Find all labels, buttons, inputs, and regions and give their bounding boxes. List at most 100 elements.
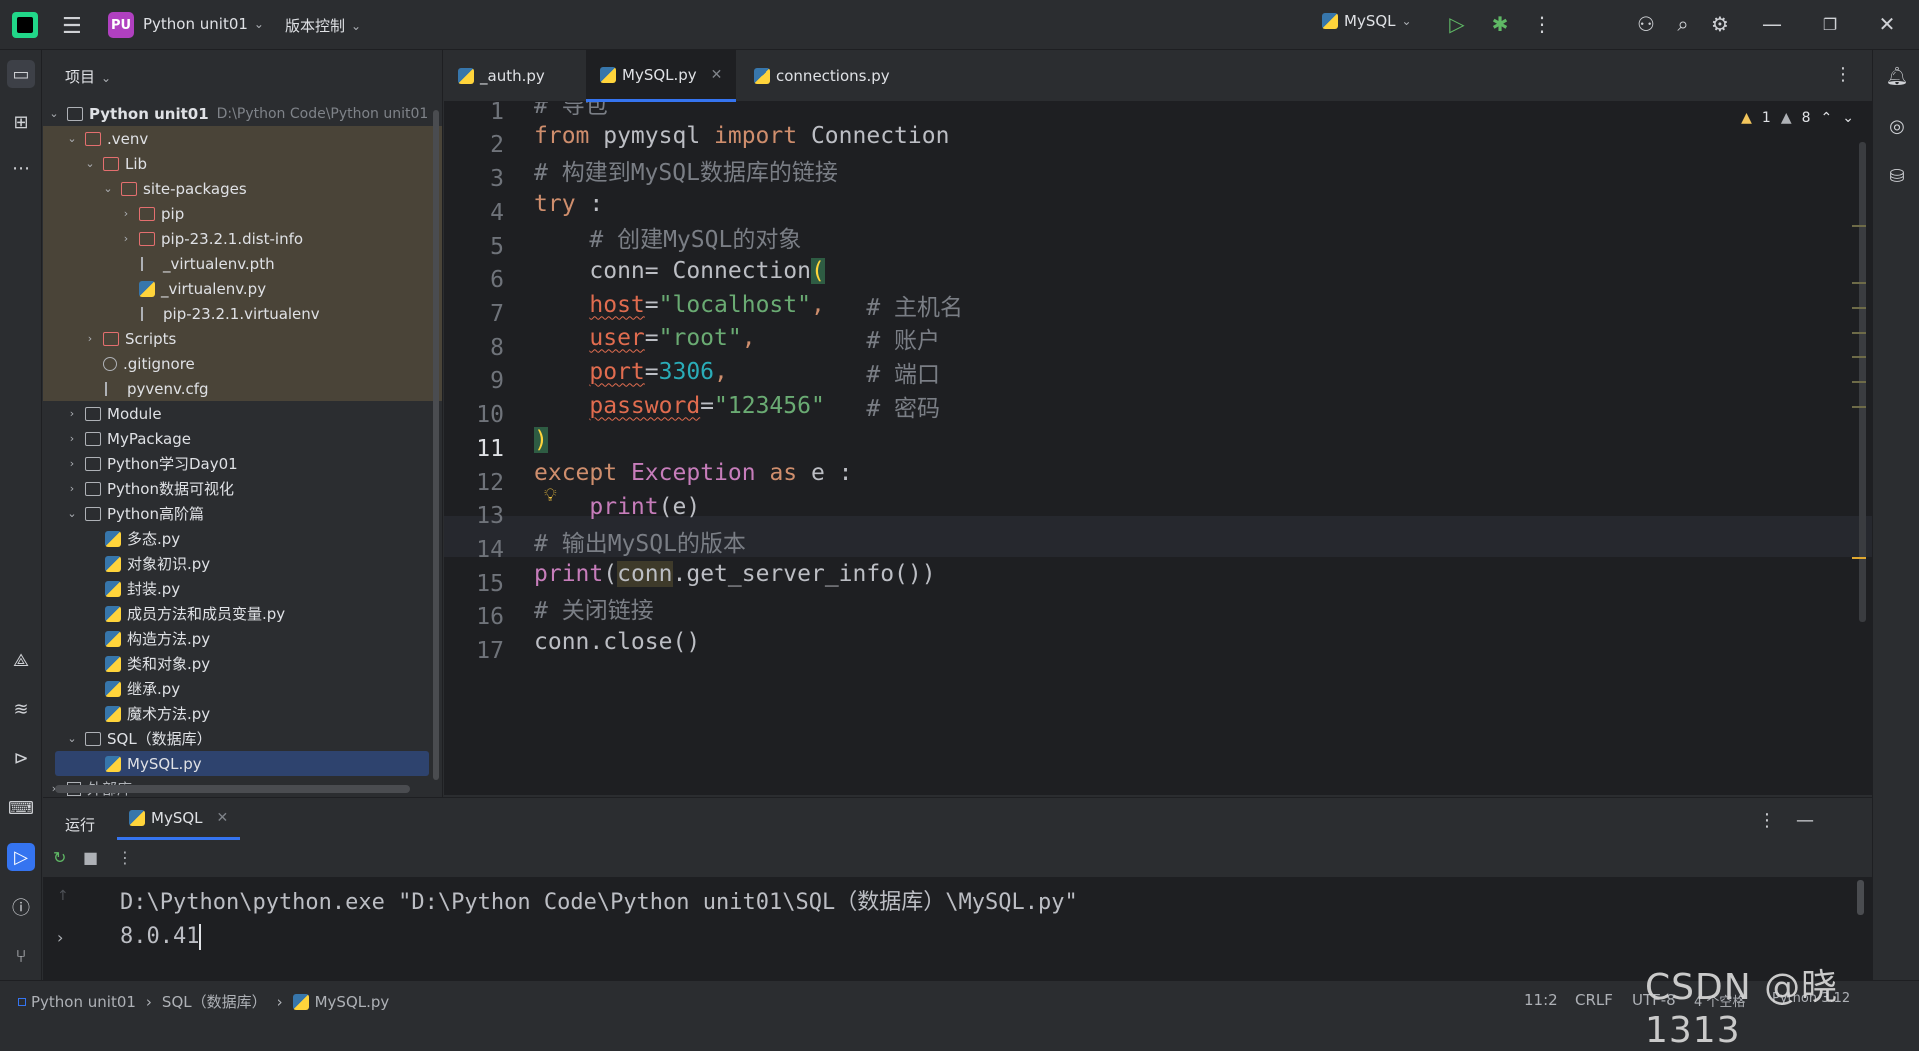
problems-icon[interactable]: ⓘ bbox=[7, 893, 35, 921]
breadcrumb-file[interactable]: MySQL.py bbox=[315, 993, 390, 1011]
notifications-icon[interactable]: 🔔︎ bbox=[1883, 62, 1911, 90]
tree-item-file[interactable]: 魔术方法.py bbox=[43, 701, 442, 726]
tree-root[interactable]: ⌄ Python unit01 D:\Python Code\Python unit… bbox=[43, 101, 442, 126]
tree-item-file[interactable]: 类和对象.py bbox=[43, 651, 442, 676]
chevron-right-icon[interactable]: › bbox=[65, 457, 79, 470]
debug-icon[interactable]: ✱ bbox=[1486, 10, 1514, 38]
chevron-down-icon[interactable]: ⌄ bbox=[65, 507, 79, 520]
tree-item-module[interactable]: › Module bbox=[43, 401, 442, 426]
rerun-icon[interactable]: ↻ bbox=[53, 848, 66, 867]
tree-item-mysql-selected[interactable]: MySQL.py bbox=[55, 751, 429, 776]
chevron-right-icon[interactable]: › bbox=[57, 928, 63, 947]
more-tabs-icon[interactable]: ⋮ bbox=[1834, 64, 1852, 85]
layers-icon[interactable]: ≋ bbox=[7, 695, 35, 723]
tree-item-dist-info[interactable]: › pip-23.2.1.dist-info bbox=[43, 226, 442, 251]
console-scrollbar[interactable] bbox=[1857, 880, 1864, 915]
tab-mysql[interactable]: MySQL.py ✕ bbox=[586, 50, 737, 102]
chevron-right-icon[interactable]: › bbox=[83, 332, 97, 345]
close-icon[interactable]: ✕ bbox=[1873, 10, 1901, 38]
tree-item-file[interactable]: 构造方法.py bbox=[43, 626, 442, 651]
chevron-down-icon[interactable]: ⌄ bbox=[1842, 110, 1854, 126]
tree-item-lib[interactable]: ⌄ Lib bbox=[43, 151, 442, 176]
tree-item-advanced[interactable]: ⌄ Python高阶篇 bbox=[43, 501, 442, 526]
run-tool-icon[interactable]: ▷ bbox=[7, 843, 35, 871]
tree-item-file[interactable]: 多态.py bbox=[43, 526, 442, 551]
minimize-panel-icon[interactable]: — bbox=[1796, 810, 1814, 831]
tree-item-virtualenv-pth[interactable]: _virtualenv.pth bbox=[43, 251, 442, 276]
close-icon[interactable]: ✕ bbox=[711, 67, 723, 83]
scroll-up-icon[interactable]: ↑ bbox=[57, 888, 69, 904]
tree-item-day01[interactable]: › Python学习Day01 bbox=[43, 451, 442, 476]
chevron-down-icon[interactable]: ⌄ bbox=[47, 107, 61, 120]
main-menu-icon[interactable]: ☰ bbox=[62, 14, 82, 39]
python-packages-icon[interactable]: ⟁ bbox=[7, 646, 35, 674]
project-scrollbar[interactable] bbox=[433, 110, 439, 780]
chevron-right-icon[interactable]: › bbox=[65, 407, 79, 420]
breadcrumb-project[interactable]: Python unit01 bbox=[31, 993, 136, 1011]
tree-item-file[interactable]: 对象初识.py bbox=[43, 551, 442, 576]
chevron-down-icon[interactable]: ⌄ bbox=[101, 182, 115, 195]
tree-item-venv[interactable]: ⌄ .venv bbox=[43, 126, 442, 151]
stop-icon[interactable]: ■ bbox=[83, 848, 98, 867]
tab-connections[interactable]: connections.py bbox=[740, 50, 904, 102]
project-switcher[interactable]: Python unit01 ⌄ bbox=[143, 15, 264, 33]
tree-item-virtualenv-py[interactable]: _virtualenv.py bbox=[43, 276, 442, 301]
minimize-icon[interactable]: — bbox=[1758, 10, 1786, 38]
terminal-icon[interactable]: ⌨ bbox=[7, 794, 35, 822]
vcs-menu[interactable]: 版本控制 ⌄ bbox=[285, 15, 361, 36]
chevron-down-icon[interactable]: ⌄ bbox=[83, 157, 97, 170]
app-logo-icon[interactable] bbox=[12, 12, 38, 38]
tree-item-sql[interactable]: ⌄ SQL（数据库） bbox=[43, 726, 442, 751]
tree-item-file[interactable]: 封装.py bbox=[43, 576, 442, 601]
database-icon[interactable]: ⛁ bbox=[1883, 162, 1911, 190]
chevron-up-icon[interactable]: ⌃ bbox=[1821, 110, 1833, 126]
chevron-right-icon[interactable]: › bbox=[119, 207, 133, 220]
code-editor[interactable]: 1 2 3 4 5 6 7 8 9 10 11 12 13 14 15 16 1… bbox=[444, 102, 1872, 795]
search-icon[interactable]: ⌕ bbox=[1669, 10, 1697, 38]
services-icon[interactable]: ⊳ bbox=[7, 744, 35, 772]
tree-item-pip-virtualenv[interactable]: pip-23.2.1.virtualenv bbox=[43, 301, 442, 326]
tree-item-pyvenv-cfg[interactable]: pyvenv.cfg bbox=[43, 376, 442, 401]
caret-position[interactable]: 11:2 bbox=[1524, 991, 1558, 1009]
folder-icon bbox=[139, 206, 155, 221]
more-actions-icon[interactable]: ⋮ bbox=[1528, 10, 1556, 38]
more-options-icon[interactable]: ⋮ bbox=[1758, 810, 1776, 831]
tree-item-pip[interactable]: › pip bbox=[43, 201, 442, 226]
comment: # 创建MySQL的对象 bbox=[534, 226, 802, 253]
more-icon[interactable]: ⋮ bbox=[117, 848, 133, 867]
run-icon[interactable]: ▷ bbox=[1443, 10, 1471, 38]
chevron-down-icon[interactable]: ⌄ bbox=[65, 732, 79, 745]
add-user-icon[interactable]: ⚇ bbox=[1632, 10, 1660, 38]
chevron-right-icon[interactable]: › bbox=[65, 432, 79, 445]
editor-scrollbar[interactable] bbox=[1859, 142, 1866, 742]
close-icon[interactable]: ✕ bbox=[217, 810, 229, 826]
project-h-scrollbar[interactable] bbox=[55, 785, 410, 793]
run-tab-mysql[interactable]: MySQL ✕ bbox=[117, 798, 241, 840]
git-icon[interactable]: ⑂ bbox=[7, 942, 35, 970]
tree-item-mypackage[interactable]: › MyPackage bbox=[43, 426, 442, 451]
tree-item-file[interactable]: 继承.py bbox=[43, 676, 442, 701]
project-panel-header[interactable]: 项目 ⌄ bbox=[65, 66, 111, 87]
run-config-selector[interactable]: MySQL ⌄ bbox=[1322, 12, 1412, 30]
tab-auth[interactable]: _auth.py bbox=[444, 50, 559, 102]
restore-icon[interactable]: ❐ bbox=[1816, 10, 1844, 38]
chevron-right-icon[interactable]: › bbox=[65, 482, 79, 495]
text-file-icon bbox=[141, 306, 157, 321]
tree-item-visualization[interactable]: › Python数据可视化 bbox=[43, 476, 442, 501]
structure-icon[interactable]: ⊞ bbox=[7, 108, 35, 136]
chevron-right-icon[interactable]: › bbox=[119, 232, 133, 245]
breadcrumb-folder[interactable]: SQL（数据库） bbox=[162, 991, 267, 1012]
tree-item-gitignore[interactable]: .gitignore bbox=[43, 351, 442, 376]
more-tools-icon[interactable]: ⋯ bbox=[7, 154, 35, 182]
project-badge[interactable]: PU bbox=[108, 12, 134, 38]
ai-assistant-icon[interactable]: ◎ bbox=[1883, 112, 1911, 140]
gear-icon[interactable]: ⚙ bbox=[1706, 10, 1734, 38]
tree-item-scripts[interactable]: › Scripts bbox=[43, 326, 442, 351]
project-tool-icon[interactable]: ▭ bbox=[7, 60, 35, 88]
tree-item-file[interactable]: 成员方法和成员变量.py bbox=[43, 601, 442, 626]
inspection-widget[interactable]: ▲ 1 ▲ 8 ⌃ ⌄ bbox=[1741, 110, 1854, 126]
line-separator[interactable]: CRLF bbox=[1575, 991, 1613, 1009]
console-output[interactable]: ↑ › D:\Python\python.exe "D:\Python Code… bbox=[43, 878, 1872, 981]
tree-item-site-packages[interactable]: ⌄ site-packages bbox=[43, 176, 442, 201]
chevron-down-icon[interactable]: ⌄ bbox=[65, 132, 79, 145]
